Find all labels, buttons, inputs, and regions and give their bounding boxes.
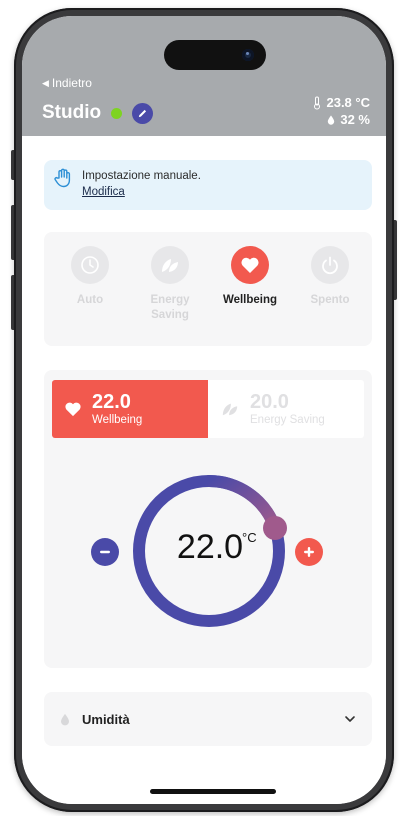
thermostat-card: 22.0 Wellbeing 20.0 Energy Saving 22.0 °… [44, 370, 372, 668]
back-arrow-icon: ◀ [42, 77, 49, 88]
mode-off-circle [311, 246, 349, 284]
setpoint-tab-energy-saving[interactable]: 20.0 Energy Saving [208, 380, 364, 438]
room-readings: 23.8 °C 32 % [313, 94, 370, 128]
app-screen: ◀ Indietro Studio 23.8 °C 32 % Impostazi… [22, 16, 386, 804]
main-content: Impostazione manuale. Modifica Auto Ener… [22, 136, 386, 804]
online-status-dot [111, 107, 123, 119]
leaf-icon [162, 259, 178, 272]
mode-auto[interactable]: Auto [52, 246, 128, 308]
chevron-down-icon [345, 716, 355, 722]
dial-progress-arc [203, 475, 281, 534]
back-button[interactable]: ◀ Indietro [42, 76, 92, 90]
energy-saving-setpoint-value: 20.0 [250, 391, 289, 413]
heart-icon [241, 257, 259, 273]
mode-wellbeing[interactable]: Wellbeing [212, 246, 288, 308]
back-label: Indietro [51, 76, 92, 90]
mode-wellbeing-circle [231, 246, 269, 284]
mode-energy-saving-label: Energy Saving [150, 294, 190, 321]
mode-energy-saving-circle [151, 246, 189, 284]
heart-icon [65, 402, 81, 417]
hand-icon [54, 168, 71, 188]
power-icon [322, 256, 338, 275]
room-header: ◀ Indietro Studio 23.8 °C 32 % [22, 16, 386, 136]
mode-auto-label: Auto [76, 294, 104, 306]
plus-icon [304, 547, 314, 557]
humidity-section[interactable]: Umidità [44, 692, 372, 746]
camera-icon [242, 49, 254, 61]
pencil-icon [138, 109, 147, 117]
decrease-temperature-button[interactable] [91, 538, 119, 566]
minus-icon [100, 550, 110, 554]
droplet-icon [328, 115, 335, 125]
current-temperature: 23.8 °C [326, 95, 370, 110]
mode-off-label: Spento [310, 294, 350, 306]
manual-setting-banner: Impostazione manuale. Modifica [44, 160, 372, 210]
mode-selector: Auto Energy Saving Wellbeing Spento [44, 232, 372, 346]
leaf-icon [222, 403, 238, 416]
wellbeing-setpoint-label: Wellbeing [92, 414, 143, 426]
target-temperature-unit: °C [242, 530, 257, 545]
target-temperature-value: 22.0 [176, 528, 244, 566]
droplet-icon [61, 713, 69, 725]
wellbeing-setpoint-value: 22.0 [92, 391, 131, 413]
setpoint-tabs: 22.0 Wellbeing 20.0 Energy Saving [52, 380, 364, 438]
increase-temperature-button[interactable] [295, 538, 323, 566]
energy-saving-setpoint-label: Energy Saving [250, 414, 325, 426]
mode-energy-saving[interactable]: Energy Saving [132, 246, 208, 323]
edit-room-button[interactable] [132, 102, 154, 124]
clock-icon [81, 256, 99, 274]
current-humidity: 32 % [340, 112, 370, 127]
room-title: Studio [42, 102, 102, 123]
humidity-section-label: Umidità [82, 711, 130, 727]
room-title-row: Studio [42, 102, 154, 124]
thermometer-icon [314, 96, 321, 109]
phone-frame: ◀ Indietro Studio 23.8 °C 32 % Impostazi… [14, 8, 394, 812]
setpoint-tab-wellbeing[interactable]: 22.0 Wellbeing [52, 380, 208, 438]
mode-off[interactable]: Spento [292, 246, 368, 308]
temperature-dial-area: 22.0 °C [44, 466, 372, 636]
banner-text: Impostazione manuale. [82, 170, 201, 182]
mode-wellbeing-label: Wellbeing [222, 294, 278, 306]
mode-auto-circle [71, 246, 109, 284]
modify-link[interactable]: Modifica [82, 184, 201, 200]
dynamic-island [164, 40, 266, 70]
home-indicator[interactable] [150, 789, 276, 794]
